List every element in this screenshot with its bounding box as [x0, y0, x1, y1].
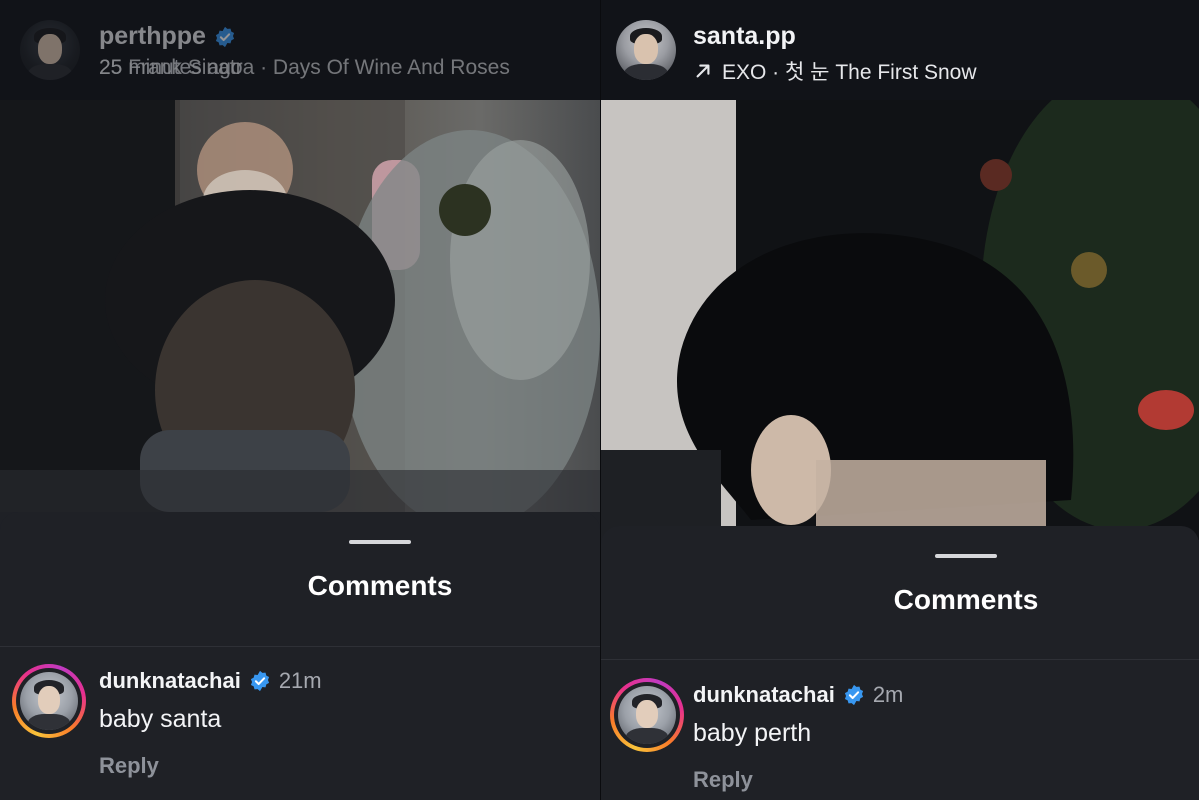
story-header: santa.pp EXO · 첫 눈 The First Snow: [601, 0, 1199, 100]
verified-badge-icon: [250, 670, 269, 692]
comment-text: baby perth: [693, 719, 812, 747]
sheet-divider: [601, 659, 1199, 660]
reply-button[interactable]: Reply: [99, 753, 159, 779]
tree-bauble: [439, 184, 491, 236]
mushroom-ornament: [1138, 390, 1194, 430]
comments-sheet: Comments dunknatachai 2m baby perth Repl…: [601, 526, 1199, 800]
comment-time: 21m: [278, 668, 322, 693]
username-text: santa.pp: [693, 22, 796, 50]
story-music-overlay: 25 Frank Sinatra · Days Of Wine And Rose…: [99, 56, 510, 79]
drag-handle[interactable]: [935, 554, 997, 558]
story-avatar[interactable]: [20, 20, 80, 80]
story-photo-scene: [0, 100, 600, 530]
story-username[interactable]: santa.pp: [693, 22, 796, 51]
story-photo: [0, 100, 600, 530]
story-subline: 25 minutes ago 25 Frank Sinatra · Days O…: [99, 56, 510, 80]
tree-bauble-gold: [1071, 252, 1107, 288]
tree-bauble: [980, 159, 1012, 191]
comment-header: dunknatachai 2m: [693, 682, 903, 708]
commenter-username[interactable]: dunknatachai: [99, 668, 241, 694]
story-panel-left: perthppe 25 minutes ago 25 Frank Sinatra…: [0, 0, 600, 800]
story-photo: [601, 70, 1199, 540]
story-photo-scene: [601, 70, 1199, 540]
comments-title: Comments: [893, 584, 1039, 615]
reply-button[interactable]: Reply: [693, 767, 753, 793]
story-panel-right: santa.pp EXO · 첫 눈 The First Snow Commen…: [601, 0, 1199, 800]
music-label: EXO · 첫 눈 The First Snow: [722, 61, 977, 84]
verified-badge-icon: [844, 684, 863, 706]
story-header: perthppe 25 minutes ago 25 Frank Sinatra…: [0, 0, 600, 100]
drag-handle[interactable]: [349, 540, 411, 544]
arrow-up-right-icon: [696, 64, 710, 78]
story-ring[interactable]: [12, 664, 86, 738]
story-username[interactable]: perthppe: [99, 22, 236, 51]
commenter-avatar[interactable]: [618, 686, 676, 744]
comment-time: 2m: [872, 682, 904, 707]
story-ring[interactable]: [610, 678, 684, 752]
commenter-avatar[interactable]: [20, 672, 78, 730]
comments-sheet: Comments dunknatachai 21m baby santa Rep…: [0, 512, 600, 800]
comment-text: baby santa: [99, 705, 222, 733]
story-avatar[interactable]: [616, 20, 676, 80]
username-text: perthppe: [99, 22, 206, 50]
commenter-username[interactable]: dunknatachai: [693, 682, 835, 708]
verified-badge-icon: [215, 26, 235, 47]
story-music[interactable]: EXO · 첫 눈 The First Snow: [694, 56, 977, 86]
comment-header: dunknatachai 21m: [99, 668, 322, 694]
sheet-divider: [0, 646, 600, 647]
comments-title: Comments: [307, 570, 453, 601]
